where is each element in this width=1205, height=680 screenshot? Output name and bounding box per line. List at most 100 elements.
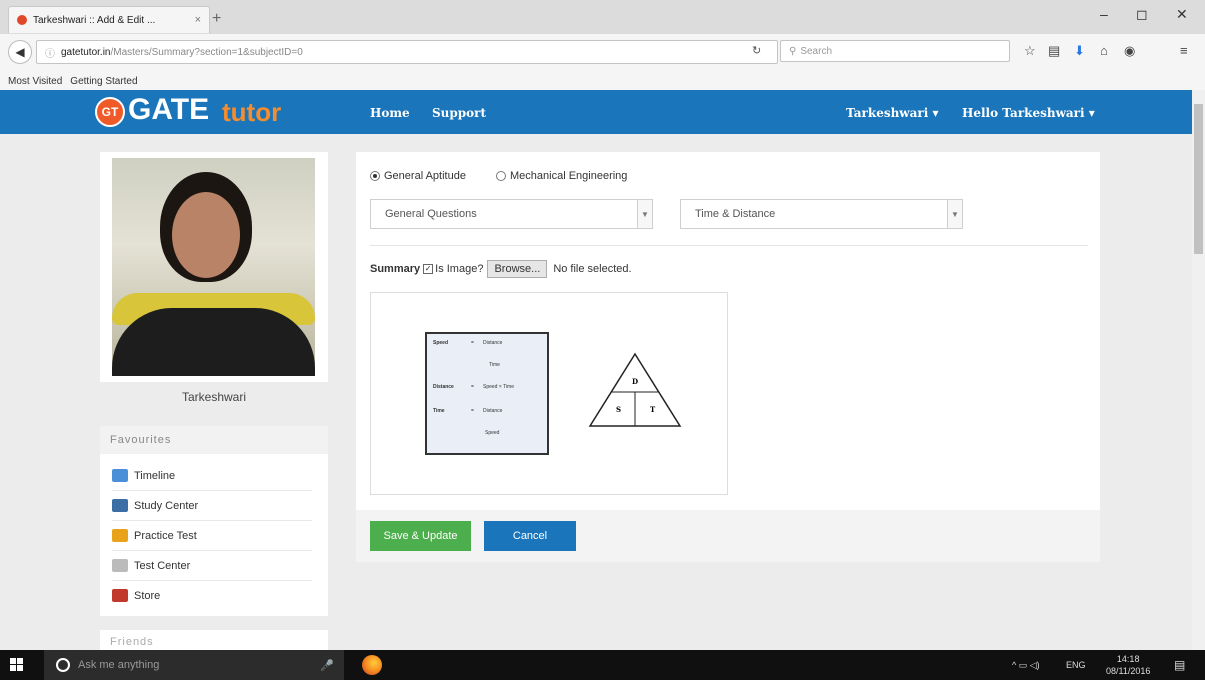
reading-list-icon[interactable]: ▤	[1048, 43, 1060, 59]
category-select-value: General Questions	[385, 208, 477, 220]
minimize-icon[interactable]: –	[1100, 6, 1108, 22]
scrollbar-thumb[interactable]	[1194, 104, 1203, 254]
fav-item-test-center[interactable]: Test Center	[112, 551, 312, 581]
bookmark-star-icon[interactable]: ☆	[1024, 43, 1036, 59]
url-host: gatetutor.in	[61, 46, 111, 58]
store-icon	[112, 589, 128, 602]
chevron-down-icon: ▼	[947, 200, 962, 228]
back-button[interactable]: ◀	[8, 40, 32, 64]
tab-favicon-icon	[17, 15, 27, 25]
dst-triangle-image: D S T	[588, 352, 682, 427]
home-icon[interactable]: ⌂	[1100, 43, 1108, 58]
triangle-d: D	[632, 377, 638, 386]
cancel-button[interactable]: Cancel	[484, 521, 576, 551]
formula-image: Speed = Distance Time Distance = Speed ×…	[425, 332, 549, 455]
practice-test-icon	[112, 529, 128, 542]
formula-distance: Distance	[483, 340, 503, 346]
formula-speed: Speed	[433, 340, 449, 346]
bookmark-getting-started[interactable]: Getting Started	[70, 76, 137, 87]
fav-item-label: Test Center	[134, 559, 191, 572]
fav-item-study-center[interactable]: Study Center	[112, 491, 312, 521]
formula-eq: =	[471, 340, 474, 346]
clock-date: 08/11/2016	[1106, 666, 1151, 676]
menu-icon[interactable]: ≡	[1180, 43, 1188, 58]
greeting-menu[interactable]: Hello Tarkeshwari ▾	[962, 106, 1095, 120]
fav-item-label: Timeline	[134, 469, 176, 482]
is-image-checkbox[interactable]: ✓	[423, 264, 434, 274]
logo-badge[interactable]: GT	[95, 97, 125, 127]
friends-title: Friends	[110, 636, 154, 648]
triangle-t: T	[650, 405, 656, 414]
triangle-s: S	[616, 405, 621, 414]
close-window-icon[interactable]: ✕	[1176, 6, 1188, 23]
search-icon: ⚲	[789, 45, 797, 57]
logo-gate[interactable]: GATE	[128, 93, 209, 127]
fav-item-label: Study Center	[134, 499, 199, 512]
formula-speed-time: Speed × Time	[483, 384, 514, 390]
profile-photo[interactable]	[112, 158, 315, 376]
summary-label: Summary	[370, 263, 421, 275]
formula-distance-label: Distance	[433, 384, 454, 390]
maximize-icon[interactable]: ◻	[1136, 6, 1148, 23]
topic-select-value: Time & Distance	[695, 208, 776, 220]
browser-tab[interactable]: Tarkeshwari :: Add & Edit ... ×	[8, 6, 210, 33]
topic-select[interactable]: Time & Distance ▼	[680, 199, 963, 229]
formula-eq: =	[471, 408, 474, 414]
divider	[370, 245, 1088, 246]
radio-mechanical-engineering[interactable]: Mechanical Engineering	[496, 170, 627, 182]
microphone-icon[interactable]: 🎤	[320, 659, 334, 672]
fav-item-timeline[interactable]: Timeline	[112, 461, 312, 491]
save-update-button[interactable]: Save & Update	[370, 521, 471, 551]
formula-eq: =	[471, 384, 474, 390]
category-select[interactable]: General Questions ▼	[370, 199, 653, 229]
cortana-search[interactable]: Ask me anything 🎤	[44, 650, 344, 680]
fav-item-label: Practice Test	[134, 529, 197, 542]
reload-icon[interactable]: ↻	[752, 44, 761, 57]
nav-home[interactable]: Home	[370, 106, 410, 120]
tab-title: Tarkeshwari :: Add & Edit ...	[33, 14, 156, 26]
radio-label: Mechanical Engineering	[510, 170, 628, 182]
pocket-icon[interactable]: ◉	[1124, 43, 1135, 59]
user-menu[interactable]: Tarkeshwari ▾	[846, 106, 939, 120]
firefox-icon[interactable]	[362, 655, 382, 675]
logo-tutor[interactable]: tutor	[222, 97, 281, 128]
bookmark-most-visited[interactable]: Most Visited	[8, 76, 62, 87]
radio-button-icon	[370, 171, 380, 181]
profile-name[interactable]: Tarkeshwari	[100, 382, 328, 412]
address-bar[interactable]: ⓘ gatetutor.in /Masters/Summary?section=…	[36, 40, 778, 64]
radio-button-icon	[496, 171, 506, 181]
new-tab-button[interactable]: +	[212, 10, 221, 28]
windows-start-icon[interactable]	[10, 658, 24, 672]
test-center-icon	[112, 559, 128, 572]
clock[interactable]: 14:18 08/11/2016	[1106, 653, 1150, 677]
browse-button[interactable]: Browse...	[487, 260, 548, 278]
radio-general-aptitude[interactable]: General Aptitude	[370, 170, 466, 182]
info-icon: ⓘ	[45, 48, 55, 60]
fav-item-store[interactable]: Store	[112, 581, 312, 610]
fav-item-practice-test[interactable]: Practice Test	[112, 521, 312, 551]
radio-label: General Aptitude	[384, 170, 466, 182]
cortana-placeholder: Ask me anything	[78, 659, 160, 671]
tray-icons[interactable]: ^ ▭ ◁)	[1012, 660, 1040, 671]
formula-distance-2: Distance	[483, 408, 503, 414]
file-status: No file selected.	[553, 263, 632, 275]
url-path: /Masters/Summary?section=1&subjectID=0	[110, 46, 303, 58]
is-image-label: Is Image?	[435, 263, 484, 275]
notifications-icon[interactable]: ▤	[1174, 658, 1185, 672]
timeline-icon	[112, 469, 128, 482]
browser-search-input[interactable]: ⚲ Search	[780, 40, 1010, 62]
formula-time-label: Time	[433, 408, 445, 414]
download-icon[interactable]: ⬇	[1074, 43, 1085, 59]
nav-support[interactable]: Support	[432, 106, 486, 120]
formula-time: Time	[489, 362, 500, 368]
formula-speed-2: Speed	[485, 430, 500, 436]
cortana-icon	[56, 658, 70, 672]
chevron-down-icon: ▼	[637, 200, 652, 228]
bookmarks-bar: Most Visited Getting Started	[0, 72, 1205, 90]
tab-close-icon[interactable]: ×	[195, 14, 201, 26]
page-scrollbar[interactable]	[1192, 90, 1205, 650]
language-indicator[interactable]: ENG	[1066, 660, 1086, 670]
summary-row: Summary ✓ Is Image? Browse... No file se…	[370, 260, 632, 278]
study-center-icon	[112, 499, 128, 512]
browser-search-placeholder: Search	[800, 45, 833, 57]
